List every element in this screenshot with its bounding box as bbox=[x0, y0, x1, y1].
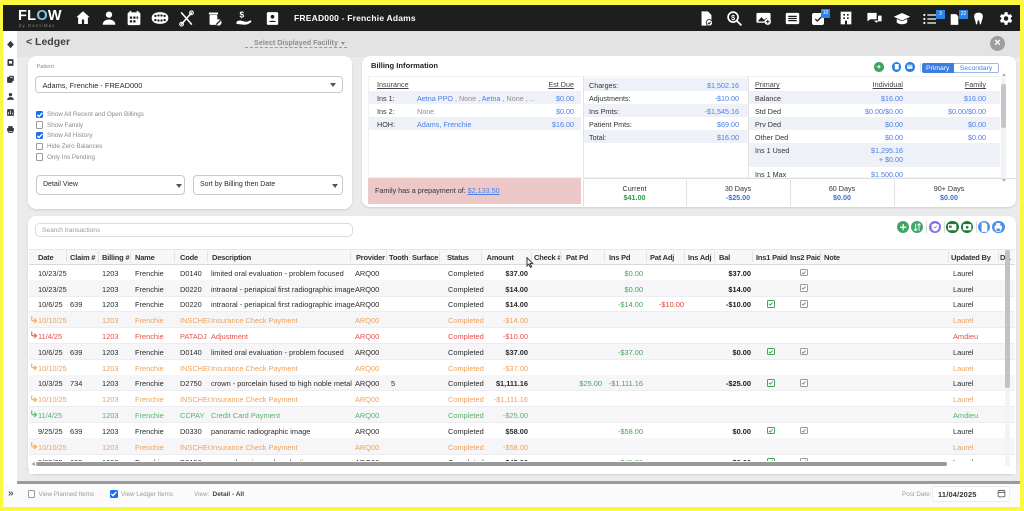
svg-text:$: $ bbox=[731, 13, 735, 21]
svg-text:$: $ bbox=[239, 10, 244, 19]
